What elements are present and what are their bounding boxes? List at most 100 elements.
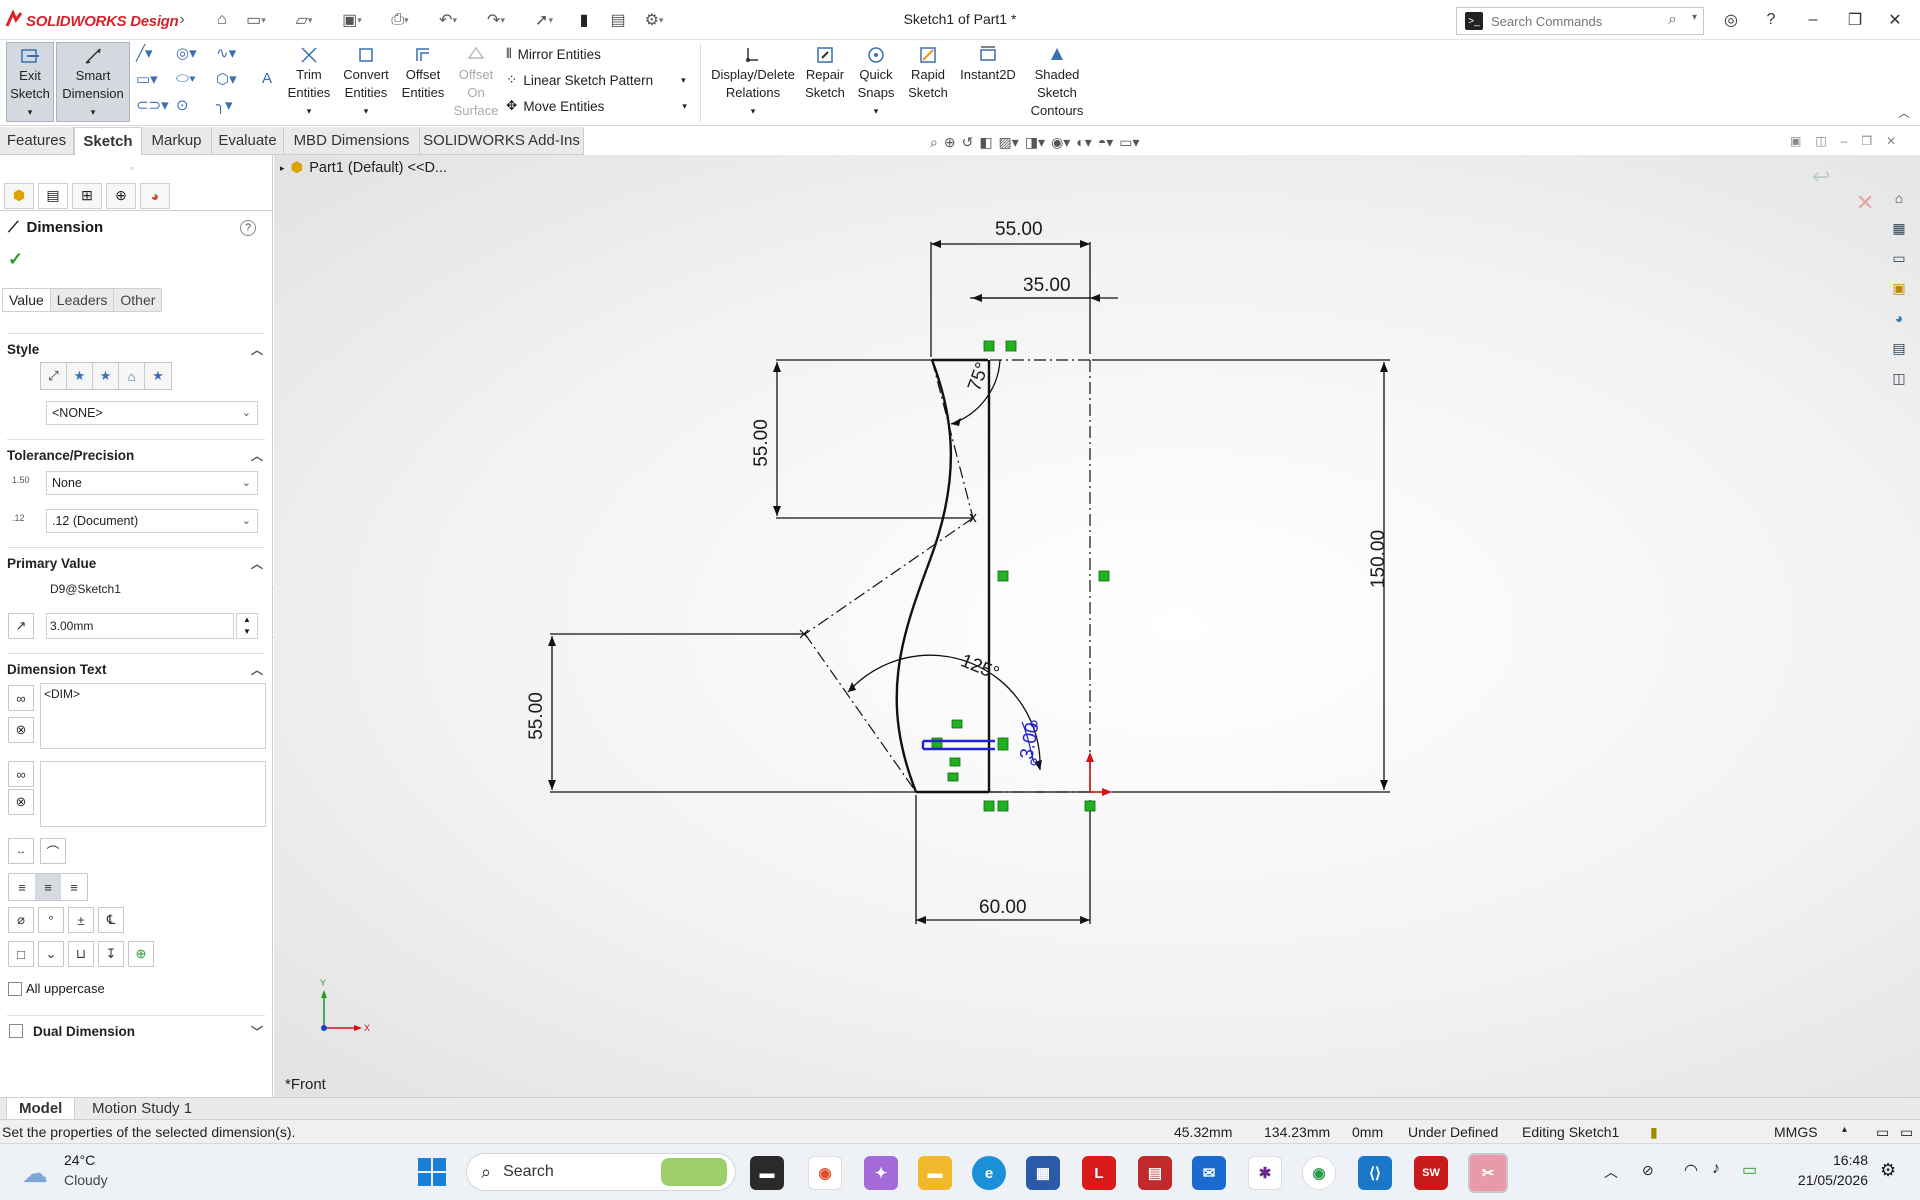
windows-start-icon[interactable]: [418, 1158, 446, 1186]
save-style-icon[interactable]: ⌂: [119, 363, 145, 389]
tolerance-type-dropdown[interactable]: None ⌄: [46, 471, 258, 495]
slack-icon[interactable]: ✱: [1248, 1156, 1282, 1190]
dimxpert-tab-icon[interactable]: ⊕: [106, 182, 136, 209]
tile-icon[interactable]: ▣: [1790, 134, 1801, 148]
unlink-text-icon[interactable]: ⊗: [8, 789, 34, 815]
clock-date[interactable]: 21/05/2026: [1788, 1172, 1868, 1188]
zoom-area-icon[interactable]: ⊕: [944, 134, 956, 151]
solidworks-taskbar-icon[interactable]: SW: [1414, 1156, 1448, 1190]
depth-icon[interactable]: ↧: [98, 941, 124, 967]
task-view-icon[interactable]: ▬: [750, 1156, 784, 1190]
value-spinner[interactable]: ▲ ▼: [236, 613, 258, 639]
align-center-icon[interactable]: ≡: [35, 874, 61, 900]
rectangle-icon[interactable]: ▭▾: [136, 70, 158, 88]
spline-icon[interactable]: ∿▾: [216, 44, 236, 62]
battery-icon[interactable]: ▭: [1742, 1160, 1757, 1180]
copilot-icon[interactable]: ✦: [864, 1156, 898, 1190]
ok-checkmark-icon[interactable]: ✓: [8, 249, 23, 270]
counterbore-icon[interactable]: ⊔: [68, 941, 94, 967]
smart-dimension-button[interactable]: Smart Dimension ▾: [56, 42, 130, 122]
apply-style-icon[interactable]: ⤢: [41, 363, 67, 389]
subtab-value[interactable]: Value: [2, 288, 51, 312]
print-icon[interactable]: ⎙ ▾: [388, 8, 412, 32]
link-text-icon[interactable]: ∞: [8, 761, 34, 787]
file-explorer-icon[interactable]: ▭: [1886, 246, 1912, 270]
dual-dimension-checkbox[interactable]: [9, 1024, 23, 1038]
custom-properties-icon[interactable]: ▤: [1886, 336, 1912, 360]
unlink-text-icon[interactable]: ⊗: [8, 717, 34, 743]
restore-icon[interactable]: ❐: [1861, 134, 1872, 148]
dimension-35[interactable]: 35.00: [1023, 275, 1071, 297]
view-settings-icon[interactable]: ▭▾: [1119, 134, 1139, 151]
tray-overflow-icon[interactable]: ︿: [1604, 1162, 1618, 1182]
help-icon[interactable]: ?: [1756, 6, 1786, 34]
dimension-55-top[interactable]: 55.00: [995, 219, 1043, 241]
repair-sketch-button[interactable]: Repair Sketch: [802, 42, 848, 102]
chevron-down-icon[interactable]: ▾: [682, 101, 687, 112]
appearances-icon[interactable]: ◕: [1886, 306, 1912, 330]
file-properties-icon[interactable]: ▤: [606, 8, 630, 32]
drag-handle-icon[interactable]: ◦: [130, 163, 133, 173]
align-left-icon[interactable]: ≡: [9, 874, 35, 900]
pdf-icon[interactable]: ▤: [1138, 1156, 1172, 1190]
chevron-down-icon[interactable]: ▾: [1692, 12, 1697, 23]
trim-entities-button[interactable]: Trim Entities ▾: [284, 42, 334, 120]
file-explorer-icon[interactable]: ▬: [918, 1156, 952, 1190]
taskbar-search[interactable]: ⌕ Search: [466, 1153, 736, 1191]
split-icon[interactable]: ◫: [1815, 134, 1826, 148]
collapse-ribbon-icon[interactable]: ︿: [1898, 104, 1910, 121]
tab-sketch[interactable]: Sketch: [74, 127, 142, 155]
primary-dimension-name[interactable]: D9@Sketch1: [46, 578, 258, 602]
rapid-sketch-button[interactable]: Rapid Sketch: [904, 42, 952, 102]
design-library-icon[interactable]: ▦: [1886, 216, 1912, 240]
load-style-icon[interactable]: ★: [145, 363, 171, 389]
chevron-up-icon[interactable]: ︿: [251, 661, 263, 678]
inspection-dimension-icon[interactable]: ⌒: [40, 838, 66, 864]
sketch-geometry[interactable]: Y X: [274, 155, 1920, 1097]
fillet-icon[interactable]: ╮▾: [216, 96, 233, 114]
weather-condition[interactable]: Cloudy: [64, 1172, 108, 1188]
units-selector[interactable]: MMGS: [1774, 1124, 1818, 1140]
minimize-icon[interactable]: –: [1841, 134, 1848, 148]
view-orientation-icon[interactable]: ▨▾: [999, 134, 1019, 151]
forum-icon[interactable]: ◫: [1886, 366, 1912, 390]
dimension-text-top[interactable]: <DIM>: [40, 683, 266, 749]
slot-icon[interactable]: ⬭▾: [176, 70, 196, 87]
volume-icon[interactable]: ♪: [1712, 1160, 1720, 1178]
clock-time[interactable]: 16:48: [1788, 1152, 1868, 1168]
dimension-55-left-top[interactable]: 55.00: [751, 419, 773, 467]
open-icon[interactable]: ▱ ▾: [292, 8, 316, 32]
zoom-to-fit-icon[interactable]: ⌕: [930, 134, 938, 151]
app-logo[interactable]: SOLIDWORKS Design: [4, 10, 179, 30]
undo-icon[interactable]: ↶ ▾: [436, 8, 460, 32]
display-delete-relations-button[interactable]: Display/Delete Relations ▾: [706, 42, 800, 120]
outlook-icon[interactable]: ✉: [1192, 1156, 1226, 1190]
convert-entities-button[interactable]: Convert Entities ▾: [338, 42, 394, 120]
customize-statusbar-icon[interactable]: ▭: [1876, 1124, 1889, 1141]
delete-style-icon[interactable]: ★: [93, 363, 119, 389]
text-icon[interactable]: A: [262, 70, 272, 87]
tab-mbd-dimensions[interactable]: MBD Dimensions: [284, 127, 420, 155]
comments-icon[interactable]: ▭: [1900, 1124, 1913, 1141]
chrome-profile-icon[interactable]: ◉: [1302, 1156, 1336, 1190]
units-dropdown-icon[interactable]: ▴: [1842, 1124, 1847, 1135]
diameter-symbol-icon[interactable]: ⌀: [8, 907, 34, 933]
edge-icon[interactable]: e: [972, 1156, 1006, 1190]
style-dropdown[interactable]: <NONE> ⌄: [46, 401, 258, 425]
linear-pattern-button[interactable]: ⁘ Linear Sketch Pattern ▾: [506, 72, 686, 88]
redo-icon[interactable]: ↷ ▾: [484, 8, 508, 32]
shaded-sketch-contours-button[interactable]: Shaded Sketch Contours: [1024, 42, 1090, 120]
view-palette-icon[interactable]: ▣: [1886, 276, 1912, 300]
home-icon[interactable]: ⌂: [210, 8, 234, 32]
dimension-text-bottom[interactable]: [40, 761, 266, 827]
traffic-light-icon[interactable]: ▮: [572, 8, 596, 32]
display-manager-tab-icon[interactable]: ◕: [140, 182, 170, 209]
centerline-icon[interactable]: ℄: [98, 907, 124, 933]
style-section-header[interactable]: Style ︿: [7, 333, 265, 357]
tab-evaluate[interactable]: Evaluate: [212, 127, 284, 155]
subtab-leaders[interactable]: Leaders: [49, 288, 115, 312]
primary-value-section-header[interactable]: Primary Value ︿: [7, 547, 265, 571]
mirror-entities-button[interactable]: ⫴ Mirror Entities: [506, 46, 601, 62]
offset-on-surface-button[interactable]: Offset On Surface: [452, 42, 500, 120]
chevron-up-icon[interactable]: ︿: [251, 555, 263, 572]
